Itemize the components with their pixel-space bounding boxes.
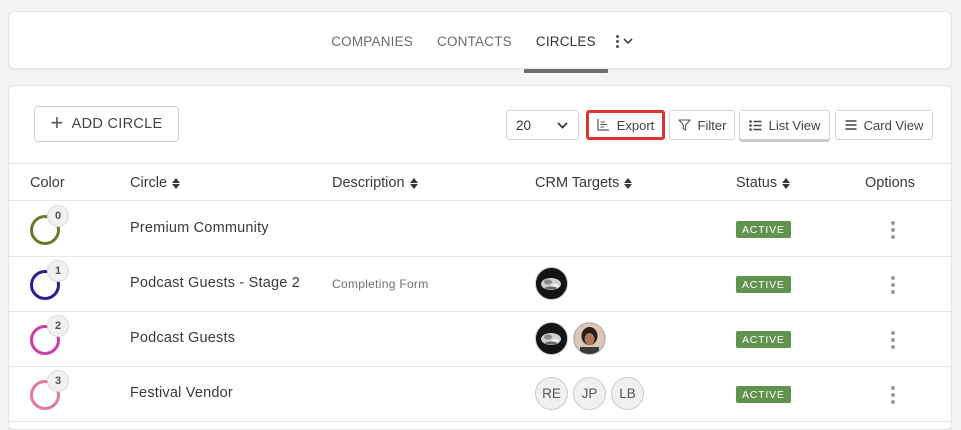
filter-button[interactable]: Filter (669, 110, 735, 140)
circles-panel: + ADD CIRCLE 20 Export Filter List View … (8, 85, 952, 430)
circle-count-badge: 0 (47, 205, 69, 227)
header-color: Color (30, 175, 65, 191)
row-options-kebab-icon[interactable] (889, 274, 897, 296)
circle-name[interactable]: Podcast Guests - Stage 2 (130, 275, 300, 291)
list-view-button[interactable]: List View (739, 110, 830, 140)
crm-targets (535, 267, 568, 300)
circle-description: Completing Form (332, 277, 429, 291)
add-circle-button[interactable]: + ADD CIRCLE (34, 106, 179, 142)
header-crm-targets[interactable]: CRM Targets (535, 164, 633, 202)
header-options: Options (865, 175, 915, 191)
table-row[interactable]: 2 Podcast Guests ACTIVE (9, 312, 951, 367)
chart-export-icon (597, 119, 609, 131)
person-photo-avatar-icon[interactable] (573, 322, 606, 355)
table-row[interactable]: 0 Premium Community ACTIVE (9, 202, 951, 257)
crm-targets (535, 322, 606, 355)
more-tabs-button[interactable] (608, 12, 641, 70)
sort-icon (409, 177, 418, 189)
tab-companies[interactable]: COMPANIES (319, 12, 425, 70)
page-size-select[interactable]: 20 (506, 110, 579, 140)
table-row[interactable]: 3 Festival Vendor RE JP LB ACTIVE (9, 367, 951, 422)
avatar[interactable]: LB (611, 377, 644, 410)
module-tabs: COMPANIES CONTACTS CIRCLES (9, 12, 951, 73)
export-button[interactable]: Export (586, 110, 665, 140)
card-lines-icon (845, 120, 857, 130)
card-view-button[interactable]: Card View (835, 110, 933, 140)
header-circle[interactable]: Circle (130, 164, 181, 202)
sort-icon (624, 177, 633, 189)
status-badge: ACTIVE (736, 221, 791, 238)
sort-icon (782, 177, 791, 189)
avatar[interactable]: RE (535, 377, 568, 410)
row-options-kebab-icon[interactable] (889, 219, 897, 241)
avatar[interactable]: JP (573, 377, 606, 410)
plus-icon: + (50, 110, 64, 135)
sort-icon (172, 177, 181, 189)
chevron-down-icon (623, 37, 633, 44)
row-options-kebab-icon[interactable] (889, 329, 897, 351)
header-status[interactable]: Status (736, 164, 791, 202)
status-badge: ACTIVE (736, 276, 791, 293)
filter-icon (677, 119, 691, 131)
crm-targets: RE JP LB (535, 377, 644, 410)
row-options-kebab-icon[interactable] (889, 384, 897, 406)
header-description[interactable]: Description (332, 164, 418, 202)
circle-count-badge: 2 (47, 315, 69, 337)
chevron-down-icon (557, 121, 568, 129)
kebab-icon (615, 34, 619, 48)
table-row[interactable]: 1 Podcast Guests - Stage 2 Completing Form… (9, 257, 951, 312)
photo-avatar-icon[interactable] (535, 267, 568, 300)
circle-count-badge: 1 (47, 260, 69, 282)
tab-circles[interactable]: CIRCLES (523, 12, 608, 73)
tab-contacts[interactable]: CONTACTS (425, 12, 524, 70)
table-header: Color Circle Description CRM Targets Sta… (9, 163, 951, 201)
list-icon (748, 119, 762, 131)
circle-name[interactable]: Festival Vendor (130, 385, 233, 401)
top-nav-card: COMPANIES CONTACTS CIRCLES (8, 11, 952, 73)
circle-name[interactable]: Podcast Guests (130, 330, 235, 346)
status-badge: ACTIVE (736, 386, 791, 403)
circle-count-badge: 3 (47, 370, 69, 392)
status-badge: ACTIVE (736, 331, 791, 348)
circle-name[interactable]: Premium Community (130, 220, 269, 236)
photo-avatar-icon[interactable] (535, 322, 568, 355)
